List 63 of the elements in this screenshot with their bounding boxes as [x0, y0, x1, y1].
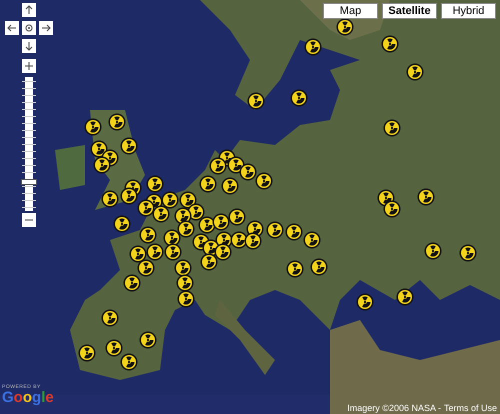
radiation-icon[interactable]	[336, 18, 354, 36]
radiation-icon[interactable]	[417, 188, 435, 206]
radiation-icon[interactable]	[177, 290, 195, 308]
radiation-icon[interactable]	[101, 190, 119, 208]
radiation-icon[interactable]	[93, 156, 111, 174]
radiation-icon[interactable]	[459, 244, 477, 262]
radiation-icon[interactable]	[105, 339, 123, 357]
zoom-out-icon[interactable]	[22, 213, 36, 227]
radiation-icon[interactable]	[137, 199, 155, 217]
radiation-icon[interactable]	[310, 258, 328, 276]
radiation-icon[interactable]	[209, 157, 227, 175]
pan-right-icon[interactable]	[39, 21, 53, 35]
radiation-icon[interactable]	[286, 260, 304, 278]
radiation-icon[interactable]	[137, 259, 155, 277]
radiation-icon[interactable]	[381, 35, 399, 53]
radiation-icon[interactable]	[139, 331, 157, 349]
radiation-icon[interactable]	[200, 253, 218, 271]
radiation-icon[interactable]	[406, 63, 424, 81]
radiation-icon[interactable]	[101, 309, 119, 327]
radiation-icon[interactable]	[152, 205, 170, 223]
radiation-icon[interactable]	[146, 175, 164, 193]
radiation-icon[interactable]	[146, 243, 164, 261]
radiation-icon[interactable]	[123, 274, 141, 292]
radiation-icon[interactable]	[266, 221, 284, 239]
radiation-icon[interactable]	[303, 231, 321, 249]
radiation-icon[interactable]	[239, 163, 257, 181]
radiation-icon[interactable]	[424, 242, 442, 260]
radiation-icon[interactable]	[255, 172, 273, 190]
radiation-icon[interactable]	[383, 200, 401, 218]
pan-left-icon[interactable]	[5, 21, 19, 35]
radiation-icon[interactable]	[383, 119, 401, 137]
radiation-icon[interactable]	[120, 137, 138, 155]
radiation-icon[interactable]	[304, 38, 322, 56]
radiation-icon[interactable]	[290, 89, 308, 107]
radiation-icon[interactable]	[139, 226, 157, 244]
map-type-tab[interactable]: Hybrid	[441, 3, 496, 19]
radiation-icon[interactable]	[177, 220, 195, 238]
reset-view-icon[interactable]	[22, 21, 36, 35]
pan-down-icon[interactable]	[22, 39, 36, 53]
terms-link[interactable]: Terms of Use	[444, 403, 497, 413]
zoom-in-icon[interactable]	[22, 59, 36, 73]
radiation-icon[interactable]	[113, 215, 131, 233]
pan-up-icon[interactable]	[22, 3, 36, 17]
radiation-icon[interactable]	[174, 259, 192, 277]
radiation-icon[interactable]	[129, 245, 147, 263]
attribution-text: Imagery ©2006 NASA -	[347, 403, 441, 413]
radiation-icon[interactable]	[285, 223, 303, 241]
radiation-icon[interactable]	[120, 187, 138, 205]
slider-thumb[interactable]	[21, 179, 37, 186]
radiation-icon[interactable]	[164, 243, 182, 261]
radiation-icon[interactable]	[78, 344, 96, 362]
map-type-tab[interactable]: Map	[323, 3, 378, 19]
radiation-icon[interactable]	[176, 274, 194, 292]
radiation-icon[interactable]	[247, 92, 265, 110]
radiation-icon[interactable]	[356, 293, 374, 311]
radiation-icon[interactable]	[84, 118, 102, 136]
radiation-icon[interactable]	[120, 353, 138, 371]
map-type-tab[interactable]: Satellite	[382, 3, 437, 19]
radiation-icon[interactable]	[221, 177, 239, 195]
radiation-icon[interactable]	[396, 288, 414, 306]
radiation-icon[interactable]	[108, 113, 126, 131]
radiation-icon[interactable]	[199, 175, 217, 193]
logo-text[interactable]: Google	[2, 390, 54, 406]
